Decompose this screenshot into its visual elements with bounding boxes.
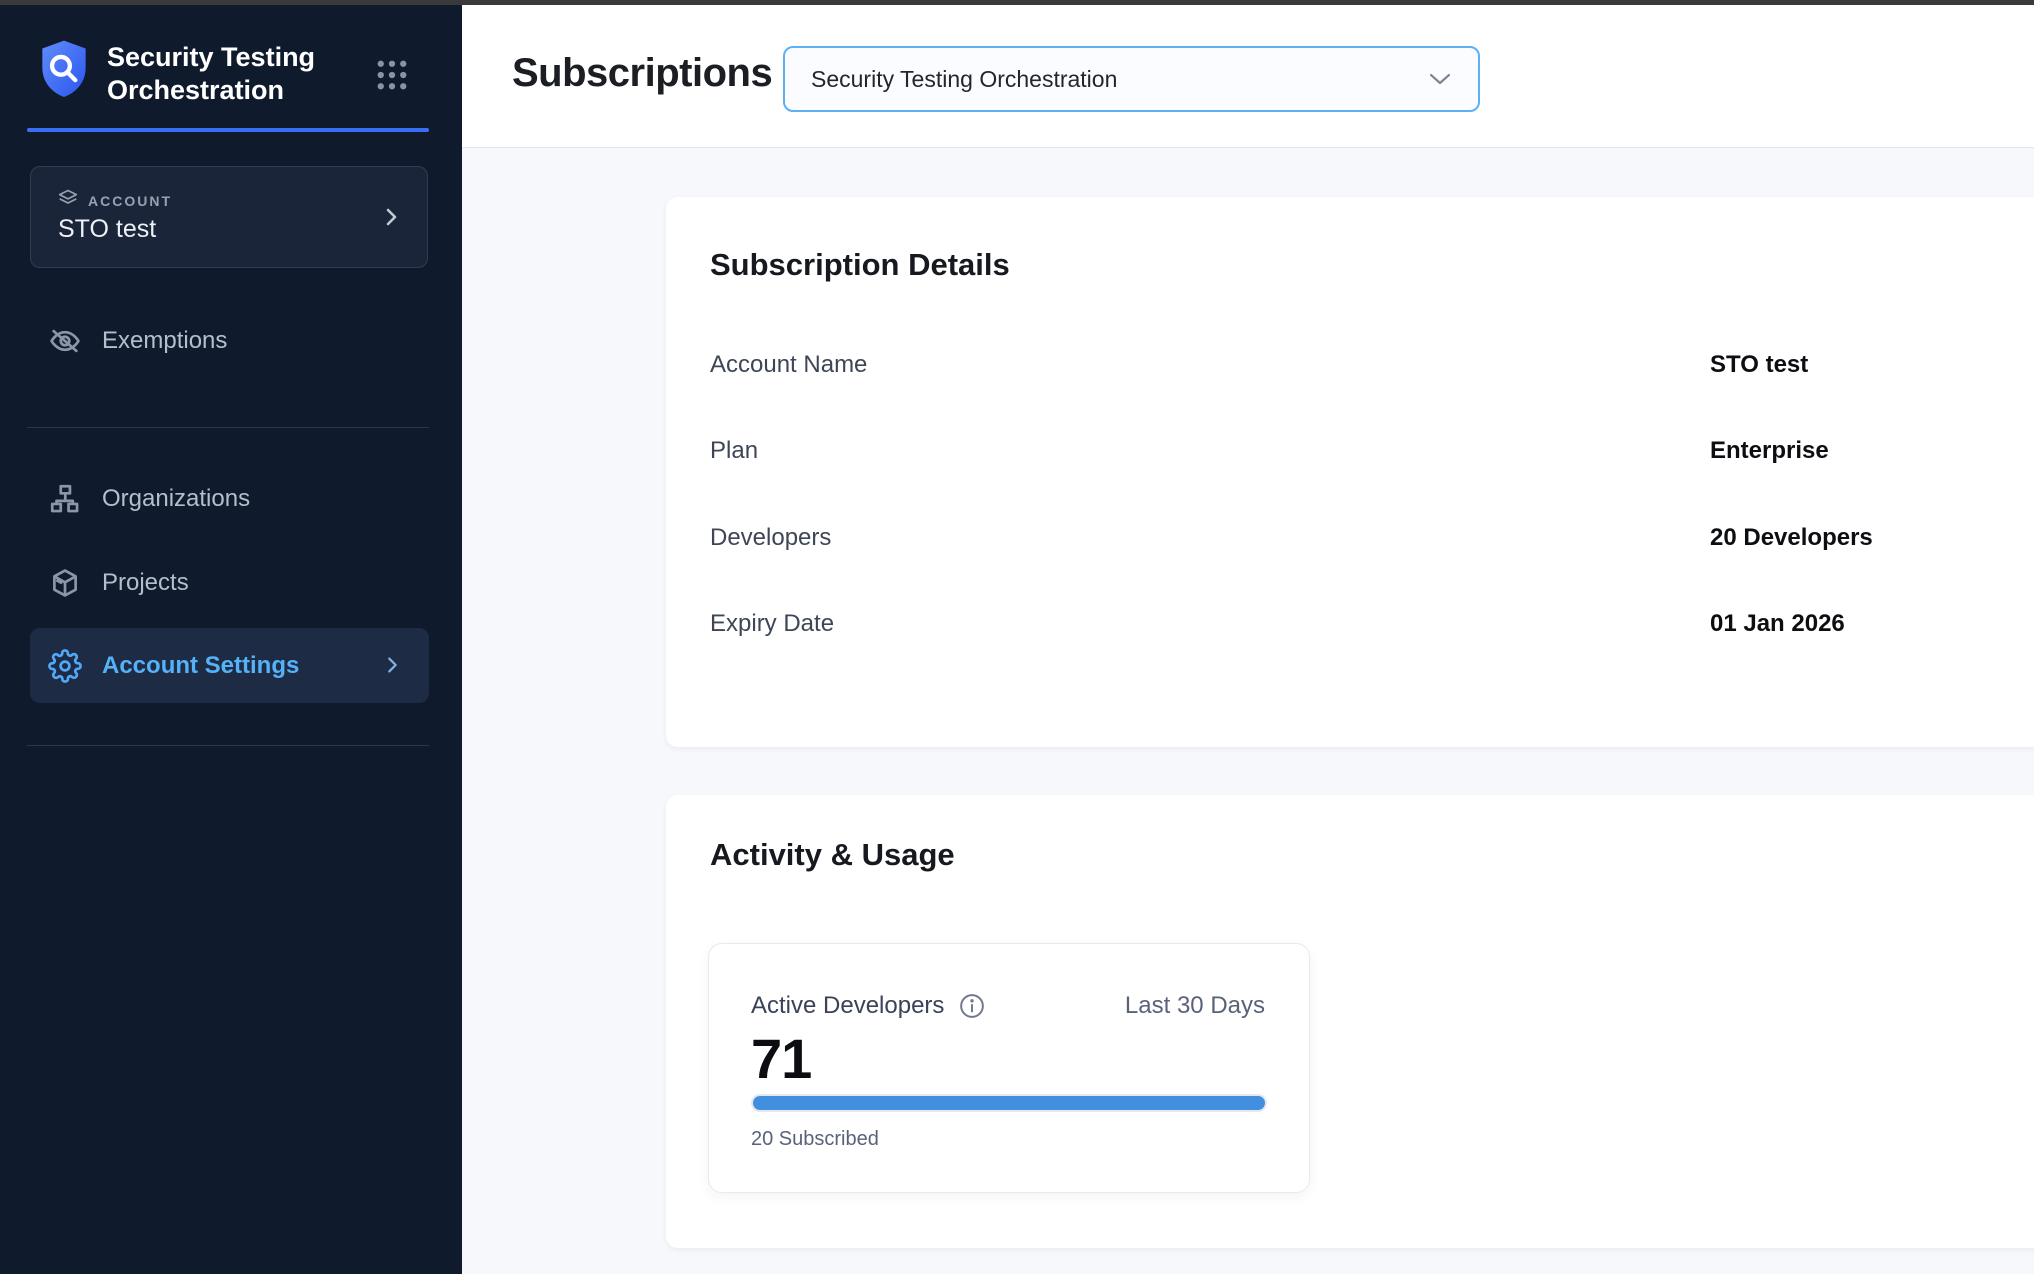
stat-title: Active Developers (751, 992, 944, 1020)
module-selector-dropdown[interactable]: Security Testing Orchestration (783, 46, 1480, 112)
stat-period-label: Last 30 Days (1125, 992, 1265, 1020)
active-developers-value: 71 (751, 1026, 811, 1091)
cube-icon (48, 566, 82, 600)
account-scope-label: ACCOUNT (88, 193, 172, 209)
sto-shield-magnifier-icon (38, 38, 90, 104)
layers-icon (58, 188, 78, 213)
sidebar-item-exemptions[interactable]: Exemptions (30, 315, 429, 367)
sidebar-divider (27, 745, 429, 746)
product-title-line1: Security Testing (107, 41, 315, 74)
info-circle-icon[interactable] (958, 992, 986, 1020)
sidebar-item-account-settings[interactable]: Account Settings (30, 628, 429, 703)
detail-label: Account Name (710, 349, 867, 381)
usage-progress-fill (753, 1096, 1265, 1110)
module-selector-value: Security Testing Orchestration (811, 66, 1117, 93)
sidebar-item-label: Exemptions (102, 327, 227, 355)
detail-row-plan: Plan Enterprise (710, 435, 2014, 467)
detail-label: Expiry Date (710, 608, 834, 640)
account-name: STO test (58, 215, 156, 244)
sidebar-item-organizations[interactable]: Organizations (30, 473, 429, 525)
page-title: Subscriptions (512, 51, 772, 96)
sidebar-divider (27, 427, 429, 428)
chevron-right-icon (379, 203, 403, 231)
gear-icon (48, 649, 82, 683)
usage-progress-bar (751, 1094, 1267, 1112)
detail-value: Enterprise (1710, 435, 1829, 467)
product-title: Security Testing Orchestration (107, 41, 315, 107)
detail-row-account-name: Account Name STO test (710, 349, 2014, 381)
module-switcher-grid-icon[interactable] (374, 57, 410, 93)
product-title-line2: Orchestration (107, 74, 315, 107)
chevron-down-icon (1428, 71, 1452, 87)
sidebar: Security Testing Orchestration ACCOUNT (0, 0, 462, 1274)
window-top-strip (0, 0, 2034, 5)
page-header: Subscriptions Security Testing Orchestra… (462, 5, 2034, 148)
activity-usage-title: Activity & Usage (710, 837, 955, 873)
detail-label: Developers (710, 522, 831, 554)
eye-off-icon (48, 324, 82, 358)
detail-label: Plan (710, 435, 758, 467)
sidebar-item-label: Projects (102, 569, 189, 597)
detail-value: 20 Developers (1710, 522, 1873, 554)
subscription-details-card: Subscription Details Account Name STO te… (666, 197, 2034, 747)
detail-value: 01 Jan 2026 (1710, 608, 1845, 640)
sidebar-accent-rule (27, 128, 429, 132)
detail-row-expiry-date: Expiry Date 01 Jan 2026 (710, 608, 2014, 640)
subscription-details-title: Subscription Details (710, 247, 1010, 283)
sto-subscriptions-page: Security Testing Orchestration ACCOUNT (0, 0, 2034, 1274)
activity-usage-card: Activity & Usage Active Developers Last … (666, 795, 2034, 1248)
org-chart-icon (48, 482, 82, 516)
active-developers-stat-card: Active Developers Last 30 Days 71 20 Sub… (708, 943, 1310, 1193)
chevron-right-icon (381, 652, 403, 678)
sidebar-item-projects[interactable]: Projects (30, 557, 429, 609)
account-scope-card[interactable]: ACCOUNT STO test (30, 166, 428, 268)
subscribed-count-label: 20 Subscribed (751, 1128, 879, 1151)
detail-value: STO test (1710, 349, 1808, 381)
sidebar-item-label: Account Settings (102, 652, 299, 680)
detail-row-developers: Developers 20 Developers (710, 522, 2014, 554)
sidebar-item-label: Organizations (102, 485, 250, 513)
